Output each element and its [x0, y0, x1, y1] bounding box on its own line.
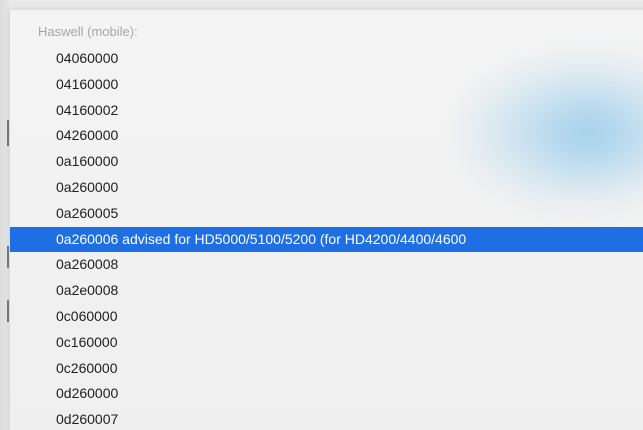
menu-item-label: 0a260000 — [56, 178, 119, 195]
menu-item[interactable]: 0a260008 — [10, 252, 643, 278]
screenshot-stage: Haswell (mobile): 04060000 04160000 041600… — [0, 0, 643, 430]
window-edge-mark — [7, 120, 9, 146]
menu-item[interactable]: 04060000 — [10, 46, 643, 72]
menu-item-label: 04060000 — [56, 50, 119, 66]
menu-item[interactable]: 04160000 — [10, 72, 643, 98]
dropdown-menu: Haswell (mobile): 04060000 04160000 041600… — [10, 10, 643, 430]
menu-item-label: 0d260000 — [56, 385, 119, 402]
menu-item-label: 0c260000 — [56, 359, 118, 376]
menu-item-label: 04160002 — [56, 101, 119, 118]
menu-item-label: 0a260005 — [56, 204, 119, 221]
menu-item-selected[interactable]: 0a260006 advised for HD5000/5100/5200 (f… — [10, 226, 643, 253]
menu-item[interactable]: 04160002 — [10, 98, 643, 124]
menu-item[interactable]: 0a260000 — [10, 175, 643, 201]
menu-item-label: 0c160000 — [56, 333, 118, 350]
window-edge-mark — [7, 246, 9, 268]
menu-item[interactable]: 0c160000 — [10, 330, 643, 356]
menu-item[interactable]: 0a160000 — [10, 149, 643, 175]
menu-item[interactable]: 04260000 — [10, 123, 643, 149]
menu-item[interactable]: 0a260005 — [10, 201, 643, 227]
menu-item-label: 0d260007 — [56, 411, 119, 428]
window-edge-mark — [7, 300, 9, 322]
menu-item-label: 0a160000 — [56, 153, 119, 170]
menu-item-list: 04060000 04160000 04160002 04260000 0a160000… — [10, 46, 643, 430]
menu-item-label: 04260000 — [56, 127, 119, 144]
menu-item-label: 0a260008 — [56, 256, 119, 273]
menu-item[interactable]: 0d260007 — [10, 407, 643, 430]
menu-section-header: Haswell (mobile): — [38, 24, 138, 39]
menu-item[interactable]: 0c060000 — [10, 304, 643, 330]
menu-item-label: 0a2e0008 — [56, 282, 119, 299]
menu-item[interactable]: 0a2e0008 — [10, 278, 643, 304]
menu-item[interactable]: 0c260000 — [10, 356, 643, 382]
menu-item[interactable]: 0d260000 — [10, 381, 643, 407]
menu-item-label: 04160000 — [56, 75, 119, 92]
background-window-edge — [0, 0, 10, 430]
menu-item-label: 0c060000 — [56, 307, 118, 324]
menu-item-label: 0a260006 advised for HD5000/5100/5200 (f… — [56, 230, 467, 247]
